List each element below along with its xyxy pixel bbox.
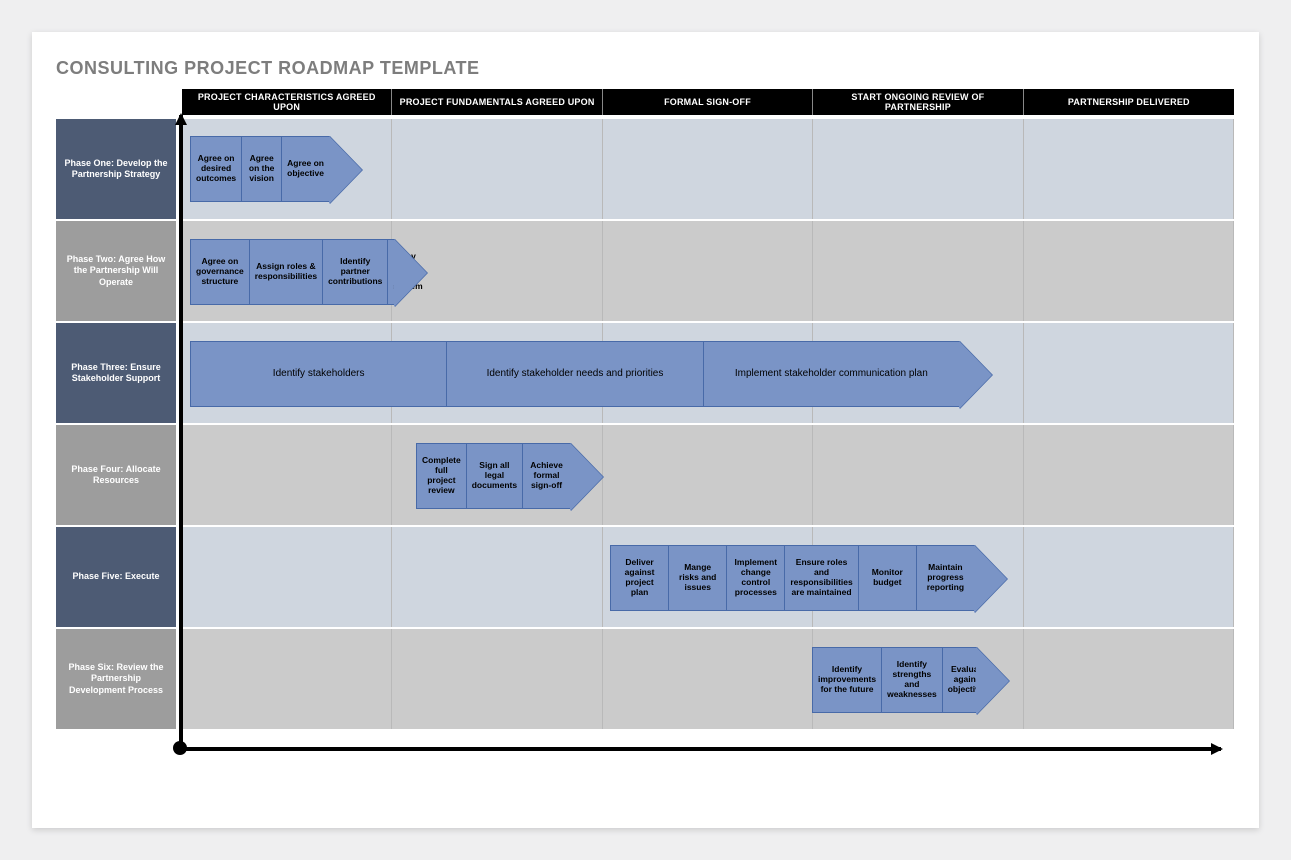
p2-step-2: Assign roles & responsibilities [250, 240, 323, 304]
p1-step-1: Agree on desired outcomes [191, 137, 242, 201]
p3-step-3: Implement stakeholder communication plan [704, 342, 959, 406]
p5-step-6: Maintain progress reporting [917, 546, 974, 610]
p6-step-2: Identify strengths and weaknesses [882, 648, 943, 712]
p3-step-2: Identify stakeholder needs and prioritie… [447, 342, 703, 406]
row-6 [182, 629, 1234, 729]
col-project-fundamentals: PROJECT FUNDAMENTALS AGREED UPON [392, 89, 602, 115]
y-axis [179, 115, 183, 751]
time-axis-label: TIME [1174, 757, 1240, 781]
row-4 [182, 425, 1234, 525]
p2-step-3: Identify partner contributions [323, 240, 388, 304]
col-partnership-delivered: PARTNERSHIP DELIVERED [1024, 89, 1234, 115]
phases-axis-label: PHASES [56, 89, 176, 115]
phase-cell-1: Phase One: Develop the Partnership Strat… [56, 119, 176, 219]
document-sheet: CONSULTING PROJECT ROADMAP TEMPLATE PHAS… [32, 32, 1259, 828]
p6-step-1: Identify improvements for the future [813, 648, 882, 712]
arrow-phase-5: Deliver against project plan Mange risks… [610, 545, 975, 611]
p4-step-3: Achieve formal sign-off [523, 444, 570, 508]
column-header-bar: PROJECT CHARACTERISTICS AGREED UPON PROJ… [182, 89, 1234, 115]
x-axis [179, 747, 1221, 751]
phase-cell-2: Phase Two: Agree How the Partnership Wil… [56, 221, 176, 321]
arrow-phase-2: Agree on governance structure Assign rol… [190, 239, 395, 305]
p4-step-1: Complete full project review [417, 444, 467, 508]
p4-step-2: Sign all legal documents [467, 444, 523, 508]
arrow-phase-6: Identify improvements for the future Ide… [812, 647, 977, 713]
roadmap-diagram: PHASES PROJECT CHARACTERISTICS AGREED UP… [56, 89, 1234, 799]
phase-cell-3: Phase Three: Ensure Stakeholder Support [56, 323, 176, 423]
col-start-ongoing-review: START ONGOING REVIEW OF PARTNERSHIP [813, 89, 1023, 115]
p6-step-3: Evaluate against objectives [943, 648, 995, 712]
p2-step-4: Dev perf mgmt system [388, 240, 427, 304]
arrow-phase-4: Complete full project review Sign all le… [416, 443, 571, 509]
phase-cell-5: Phase Five: Execute [56, 527, 176, 627]
phase-cell-4: Phase Four: Allocate Resources [56, 425, 176, 525]
p5-step-5: Monitor budget [859, 546, 917, 610]
p2-step-1: Agree on governance structure [191, 240, 250, 304]
axis-origin-dot [173, 741, 187, 755]
col-project-characteristics: PROJECT CHARACTERISTICS AGREED UPON [182, 89, 392, 115]
p5-step-1: Deliver against project plan [611, 546, 669, 610]
p1-step-3: Agree on objective [282, 137, 329, 201]
p3-step-1: Identify stakeholders [191, 342, 447, 406]
arrow-phase-3: Identify stakeholders Identify stakehold… [190, 341, 960, 407]
p5-step-3: Implement change control processes [727, 546, 785, 610]
phase-cell-6: Phase Six: Review the Partnership Develo… [56, 629, 176, 729]
p5-step-4: Ensure roles and responsibilities are ma… [785, 546, 858, 610]
arrow-phase-1: Agree on desired outcomes Agree on the v… [190, 136, 330, 202]
p5-step-2: Mange risks and issues [669, 546, 727, 610]
page-title: CONSULTING PROJECT ROADMAP TEMPLATE [56, 58, 1239, 79]
col-formal-sign-off: FORMAL SIGN-OFF [603, 89, 813, 115]
p1-step-2: Agree on the vision [242, 137, 282, 201]
